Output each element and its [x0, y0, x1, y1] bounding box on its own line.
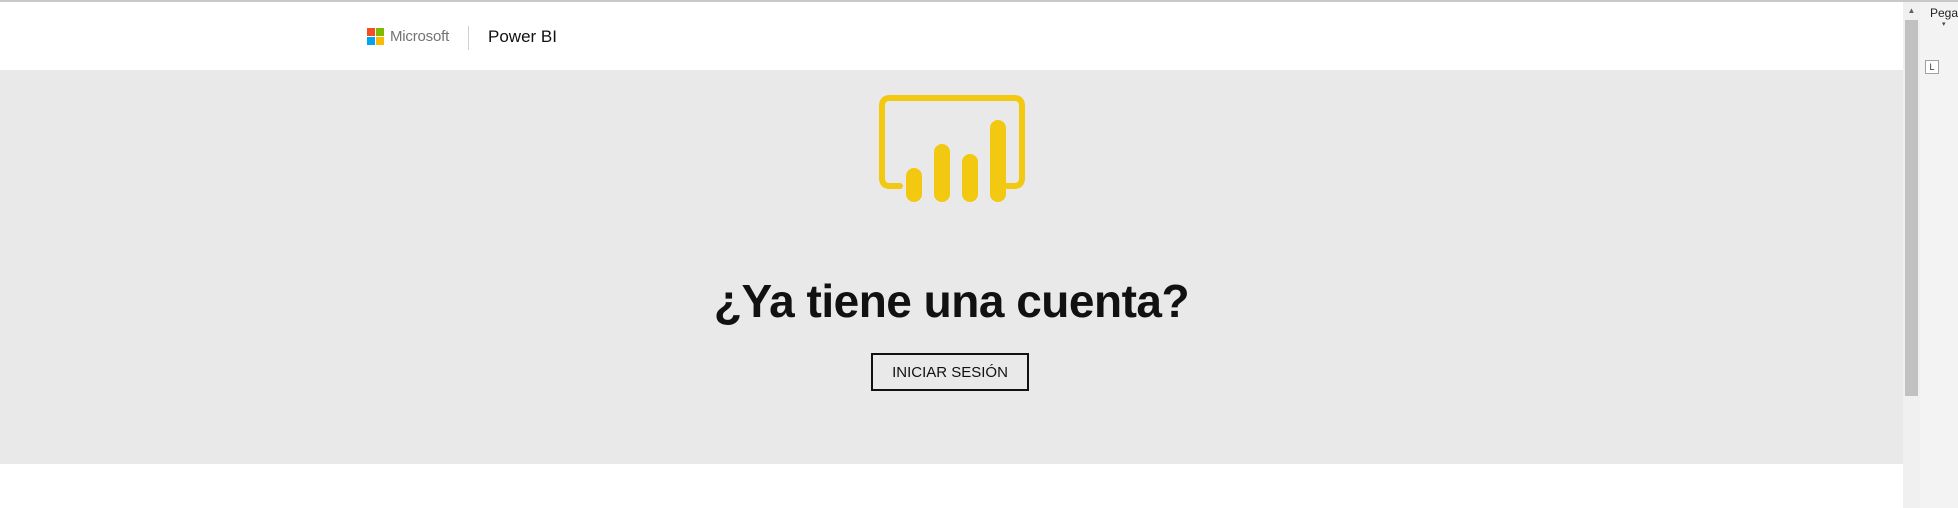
- logo-square-blue: [367, 37, 375, 45]
- tab-stop-selector-icon[interactable]: L: [1925, 60, 1939, 74]
- vertical-scrollbar[interactable]: ▲: [1903, 2, 1920, 508]
- microsoft-wordmark: Microsoft: [390, 28, 450, 45]
- paste-button[interactable]: Pegar: [1930, 6, 1958, 20]
- logo-square-yellow: [376, 37, 384, 45]
- scroll-thumb[interactable]: [1905, 20, 1918, 396]
- hero-title: ¿Ya tiene una cuenta?: [713, 275, 1190, 327]
- logo-square-green: [376, 28, 384, 36]
- signin-button[interactable]: INICIAR SESIÓN: [871, 353, 1029, 391]
- header-divider: [468, 26, 469, 50]
- side-panel: Pegar ▾ L: [1920, 2, 1958, 508]
- logo-square-red: [367, 28, 375, 36]
- site-header: Microsoft Power BI: [0, 2, 1903, 70]
- power-bi-logo-icon: [879, 95, 1025, 202]
- microsoft-logo-link[interactable]: Microsoft: [367, 28, 449, 45]
- microsoft-logo-icon: [367, 28, 384, 45]
- scroll-up-arrow-icon[interactable]: ▲: [1903, 2, 1920, 19]
- product-name-link[interactable]: Power BI: [488, 27, 557, 47]
- hero-section: ¿Ya tiene una cuenta? INICIAR SESIÓN: [0, 70, 1903, 464]
- web-content: Microsoft Power BI ¿Ya tiene una cuenta?…: [0, 2, 1903, 508]
- paste-dropdown-icon[interactable]: ▾: [1942, 20, 1946, 28]
- page: Microsoft Power BI ¿Ya tiene una cuenta?…: [0, 0, 1958, 508]
